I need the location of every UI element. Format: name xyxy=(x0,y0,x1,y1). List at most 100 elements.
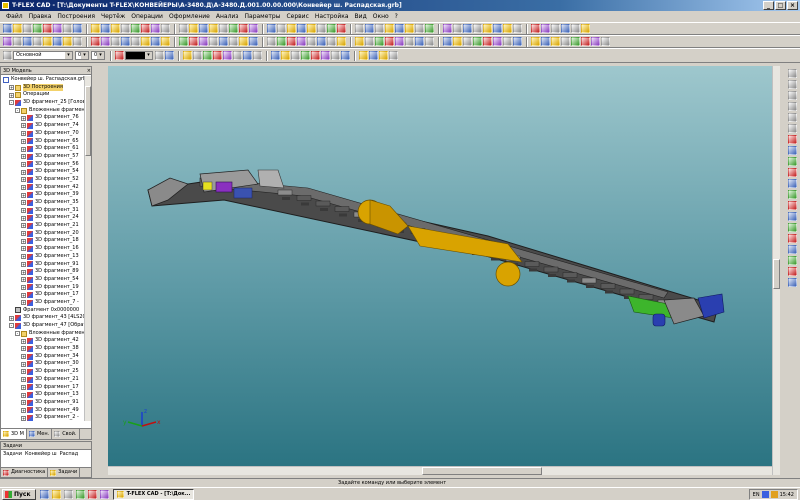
fragment-icon[interactable] xyxy=(551,24,560,33)
print-icon[interactable] xyxy=(375,37,384,46)
redo-icon[interactable] xyxy=(473,24,482,33)
hidden-lines-icon[interactable] xyxy=(787,223,797,232)
tray-lang[interactable]: EN xyxy=(753,492,760,498)
layer-select[interactable]: Основной xyxy=(13,51,73,60)
section-view-icon[interactable] xyxy=(327,37,336,46)
light-icon[interactable] xyxy=(355,24,364,33)
collapse-icon[interactable]: - xyxy=(9,100,14,106)
boolean-icon[interactable] xyxy=(267,24,276,33)
tree-item[interactable]: +3D фрагмент_7 - xyxy=(1,299,85,307)
collapse-icon[interactable]: - xyxy=(15,108,20,114)
expand-icon[interactable]: + xyxy=(21,407,26,413)
expand-icon[interactable]: + xyxy=(21,261,26,267)
mirror-icon[interactable] xyxy=(389,50,398,60)
tray-network-icon[interactable] xyxy=(761,491,769,498)
rotate-icon[interactable] xyxy=(787,124,797,133)
fit-icon[interactable] xyxy=(787,146,797,155)
tree-item[interactable]: +3D фрагмент_57 xyxy=(1,153,85,161)
layer-icon[interactable] xyxy=(243,50,252,60)
tree-scrollbar[interactable] xyxy=(84,76,91,421)
sweep-icon[interactable] xyxy=(331,50,340,60)
explorer-quicklaunch-icon[interactable] xyxy=(63,489,73,499)
expand-icon[interactable]: + xyxy=(21,246,26,252)
tray-volume-icon[interactable] xyxy=(770,491,778,498)
material-icon[interactable] xyxy=(297,37,306,46)
expand-icon[interactable]: + xyxy=(21,215,26,221)
expand-icon[interactable]: + xyxy=(21,346,26,352)
extrude-icon[interactable] xyxy=(571,37,580,46)
tree-item[interactable]: +3D фрагмент_34 xyxy=(1,353,85,361)
render-icon[interactable] xyxy=(337,24,346,33)
expand-icon[interactable]: + xyxy=(21,115,26,121)
camera-icon[interactable] xyxy=(787,267,797,276)
viewport-vertical-scrollbar[interactable] xyxy=(772,66,780,475)
spline-icon[interactable] xyxy=(193,50,202,60)
mirror-icon[interactable] xyxy=(317,24,326,33)
side-view-icon[interactable] xyxy=(787,179,797,188)
cut-icon[interactable] xyxy=(385,37,394,46)
tree-item[interactable]: +3D фрагмент_91 xyxy=(1,261,85,269)
layer-icon[interactable] xyxy=(513,37,522,46)
tree-item[interactable]: +3D фрагмент_21 xyxy=(1,222,85,230)
iso-view-icon[interactable] xyxy=(787,190,797,199)
cad-quicklaunch-icon[interactable] xyxy=(87,489,97,499)
zoom-icon[interactable] xyxy=(189,24,198,33)
tree-item[interactable]: +3D фрагмент_18 xyxy=(1,237,85,245)
tree-item[interactable]: +3D фрагмент_54 xyxy=(1,168,85,176)
expand-icon[interactable]: + xyxy=(21,292,26,298)
zoom-icon[interactable] xyxy=(531,37,540,46)
expand-icon[interactable]: + xyxy=(21,184,26,190)
task-panel-tab-0[interactable]: Диагностика xyxy=(1,468,49,477)
menu-item-4[interactable]: Операции xyxy=(128,13,166,20)
zoom-icon[interactable] xyxy=(581,24,590,33)
expand-icon[interactable]: + xyxy=(21,338,26,344)
tree-item[interactable]: +3D фрагмент_39 xyxy=(1,191,85,199)
menu-item-8[interactable]: Сервис xyxy=(283,13,311,20)
rotation-icon[interactable] xyxy=(239,24,248,33)
spline-icon[interactable] xyxy=(121,24,130,33)
measure-icon[interactable] xyxy=(219,24,228,33)
expand-icon[interactable]: + xyxy=(21,223,26,229)
rotate-icon[interactable] xyxy=(271,50,280,60)
section-view-icon[interactable] xyxy=(375,24,384,33)
grid-icon[interactable] xyxy=(253,50,262,60)
boolean-icon[interactable] xyxy=(341,50,350,60)
expand-icon[interactable]: + xyxy=(21,354,26,360)
rotation-icon[interactable] xyxy=(581,37,590,46)
expand-icon[interactable]: + xyxy=(21,415,26,421)
arc-icon[interactable] xyxy=(63,37,72,46)
menu-item-5[interactable]: Оформление xyxy=(166,13,213,20)
array-icon[interactable] xyxy=(379,50,388,60)
zoom-icon[interactable] xyxy=(141,37,150,46)
text-icon[interactable] xyxy=(91,37,100,46)
undo-icon[interactable] xyxy=(73,24,82,33)
open-icon[interactable] xyxy=(405,24,414,33)
spline-icon[interactable] xyxy=(73,37,82,46)
color-icon[interactable] xyxy=(115,51,124,60)
3d-viewport[interactable]: z x y xyxy=(108,66,772,466)
pan-icon[interactable] xyxy=(161,37,170,46)
tree-item[interactable]: +3D фрагмент_21 xyxy=(1,376,85,384)
tree-item[interactable]: +3D фрагмент_74 xyxy=(1,122,85,130)
width-select[interactable]: 0 xyxy=(75,51,89,60)
menu-item-0[interactable]: Файл xyxy=(3,13,26,20)
grid-icon[interactable] xyxy=(571,24,580,33)
section-icon[interactable] xyxy=(277,37,286,46)
chamfer-icon[interactable] xyxy=(359,50,368,60)
tree-item[interactable]: +3D фрагмент_42 xyxy=(1,184,85,192)
print-icon[interactable] xyxy=(425,24,434,33)
redo-icon[interactable] xyxy=(425,37,434,46)
task-row-item[interactable]: Задачи xyxy=(3,451,22,457)
tree-item[interactable]: - Вложенные фрагмен xyxy=(1,107,85,115)
tree-item[interactable]: +3D фрагмент_70 xyxy=(1,130,85,138)
tree-item[interactable]: +3D фрагмент_56 xyxy=(1,161,85,169)
desktop-quicklaunch-icon[interactable] xyxy=(51,489,61,499)
paste-icon[interactable] xyxy=(63,24,72,33)
circle-icon[interactable] xyxy=(101,24,110,33)
tree-item[interactable]: +3D Построения xyxy=(1,83,85,92)
explode-icon[interactable] xyxy=(385,24,394,33)
copy-icon[interactable] xyxy=(53,24,62,33)
model-panel-tab-2[interactable]: Свой. xyxy=(52,429,80,439)
expand-icon[interactable]: + xyxy=(21,377,26,383)
dimension-icon[interactable] xyxy=(541,24,550,33)
